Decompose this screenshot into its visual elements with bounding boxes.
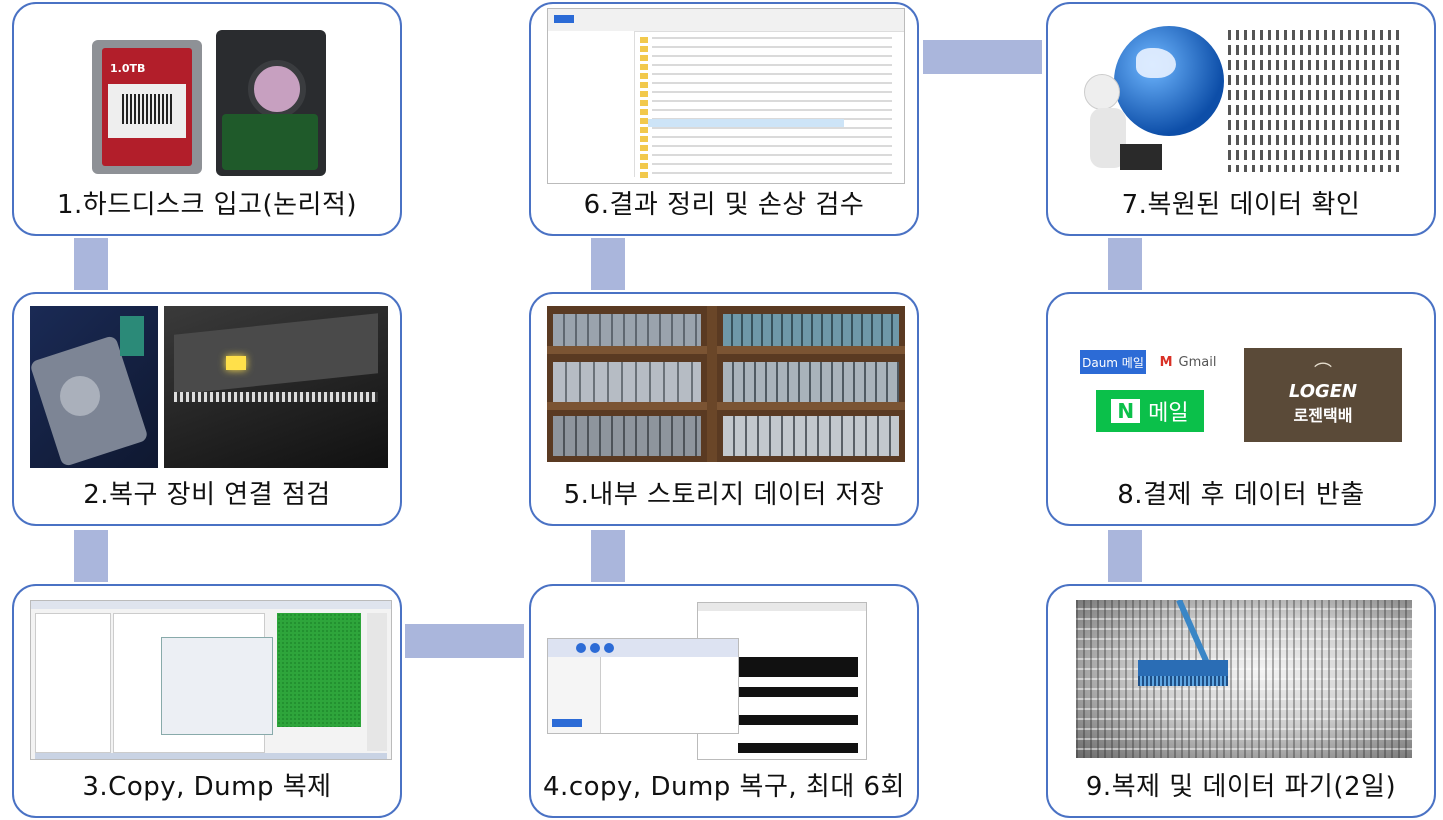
copy-dump-screenshot — [30, 600, 392, 760]
recovered-files-thumbnails — [1228, 30, 1400, 172]
daum-mail-text: Daum 메일 — [1082, 355, 1144, 370]
gmail-logo: M Gmail — [1156, 350, 1220, 374]
connector-1-2 — [74, 238, 108, 290]
connector-3-4 — [405, 624, 524, 658]
naver-mail-text: 메일 — [1148, 401, 1189, 426]
naver-mail-logo: N 메일 — [1096, 390, 1204, 432]
hdd-capacity-label: 1.0TB — [110, 62, 146, 75]
step-9-caption: 9.복제 및 데이터 파기(2일) — [1085, 772, 1397, 802]
connector-4-5 — [591, 530, 625, 582]
step-7-card: 7.복원된 데이터 확인 — [1046, 2, 1436, 236]
logen-bird-icon: ⌒ — [1314, 361, 1332, 383]
step-6-caption: 6.결과 정리 및 손상 검수 — [583, 190, 865, 220]
globe-person-image — [1084, 26, 1224, 178]
step-5-caption: 5.내부 스토리지 데이터 저장 — [563, 480, 885, 510]
step-5-card: 5.내부 스토리지 데이터 저장 — [529, 292, 919, 526]
step-9-card: 9.복제 및 데이터 파기(2일) — [1046, 584, 1436, 818]
drive-photo — [30, 306, 158, 468]
data-sweep-image — [1076, 600, 1412, 758]
gmail-icon: M — [1159, 354, 1173, 370]
hdd-front-image: 1.0TB — [92, 40, 202, 174]
connector-2-3 — [74, 530, 108, 582]
step-8-caption: 8.결제 후 데이터 반출 — [1117, 480, 1365, 510]
hdd-back-image — [216, 30, 326, 176]
step-1-caption: 1.하드디스크 입고(논리적) — [56, 190, 358, 220]
naver-n-icon: N — [1111, 399, 1141, 423]
logen-text: LOGEN — [1288, 380, 1358, 402]
step-7-caption: 7.복원된 데이터 확인 — [1121, 190, 1361, 220]
step-6-card: 6.결과 정리 및 손상 검수 — [529, 2, 919, 236]
connector-5-6 — [591, 238, 625, 290]
logen-logo: ⌒ LOGEN 로젠택배 — [1244, 348, 1402, 442]
logen-korean-text: 로젠택배 — [1293, 405, 1353, 425]
step-2-caption: 2.복구 장비 연결 점검 — [83, 480, 331, 510]
storage-shelves-photo — [547, 306, 905, 462]
step-4-caption: 4.copy, Dump 복구, 최대 6회 — [543, 772, 905, 802]
step-4-card: 4.copy, Dump 복구, 최대 6회 — [529, 584, 919, 818]
connector-8-9 — [1108, 530, 1142, 582]
connector-7-8 — [1108, 238, 1142, 290]
daum-mail-logo: Daum 메일 — [1080, 350, 1146, 374]
recovery-equipment-photo — [164, 306, 388, 468]
recovery-tool-screenshot-front — [547, 638, 739, 734]
step-3-caption: 3.Copy, Dump 복제 — [82, 772, 332, 802]
connector-6-7 — [923, 40, 1042, 74]
step-1-card: 1.0TB 1.하드디스크 입고(논리적) — [12, 2, 402, 236]
step-8-card: Daum 메일 M Gmail N 메일 ⌒ LOGEN 로젠택배 8.결제 후… — [1046, 292, 1436, 526]
step-2-card: 2.복구 장비 연결 점검 — [12, 292, 402, 526]
file-explorer-screenshot — [547, 8, 905, 184]
step-3-card: 3.Copy, Dump 복제 — [12, 584, 402, 818]
gmail-text: Gmail — [1178, 354, 1217, 370]
